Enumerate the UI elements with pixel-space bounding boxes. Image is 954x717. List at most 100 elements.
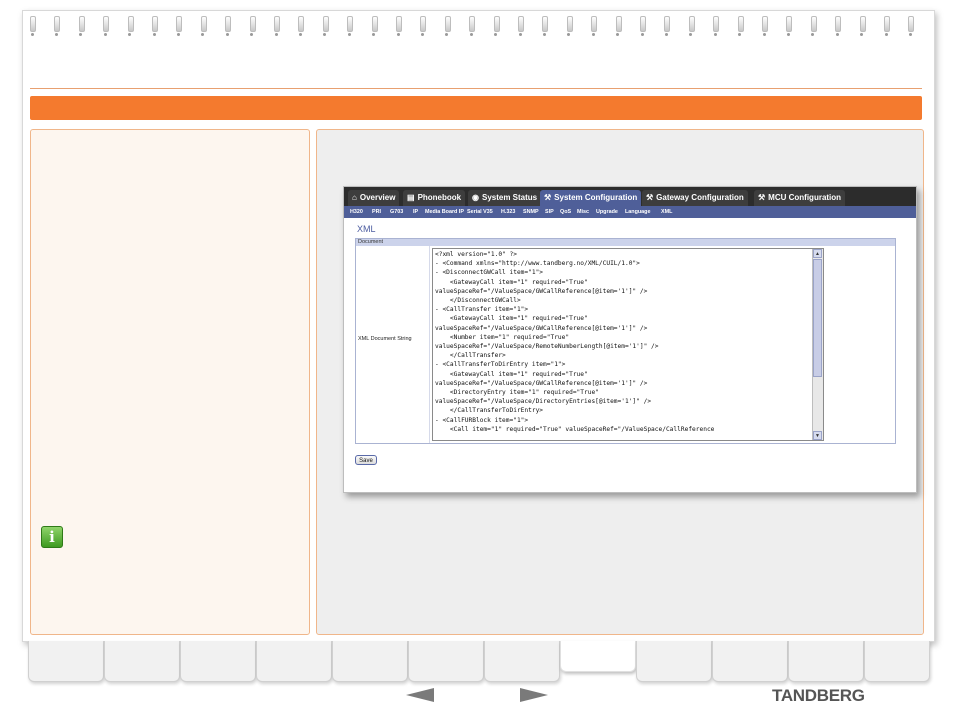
wrench-icon: ⚒ — [544, 193, 552, 202]
binder-ring — [225, 16, 232, 32]
xml-line: <GatewayCall item="1" required="True" — [435, 278, 588, 286]
binder-hole — [494, 33, 498, 36]
xml-line: - <CallFURBlock item="1"> — [435, 416, 529, 424]
scrollbar-thumb[interactable] — [813, 259, 822, 377]
binder-hole — [811, 33, 815, 36]
subnav-item-snmp[interactable]: SNMP — [523, 206, 539, 218]
subnav-item-upgrade[interactable]: Upgrade — [596, 206, 618, 218]
binder-hole — [884, 33, 888, 36]
wrench-icon: ⚒ — [646, 193, 654, 202]
header-rule — [30, 88, 922, 89]
chapter-tab[interactable] — [332, 641, 408, 682]
tab-label: Overview — [359, 193, 396, 202]
chapter-tab[interactable] — [636, 641, 712, 682]
tab-label: MCU Configuration — [768, 193, 842, 202]
binder-ring — [810, 16, 817, 32]
xml-line: </DisconnectGWCall> — [435, 297, 521, 305]
column-divider — [429, 246, 430, 443]
binder-ring — [444, 16, 451, 32]
binder-hole — [762, 33, 766, 36]
tab-label: Gateway Configuration — [656, 193, 744, 202]
chapter-tab-active[interactable] — [560, 641, 636, 672]
tab-system-configuration[interactable]: ⚒ System Configuration — [540, 190, 642, 206]
binder-hole — [616, 33, 620, 36]
binder-ring — [664, 16, 671, 32]
chapter-tab[interactable] — [28, 641, 104, 682]
chapter-tab[interactable] — [256, 641, 332, 682]
scroll-up-icon[interactable]: ▲ — [813, 249, 822, 258]
tab-gateway-configuration[interactable]: ⚒ Gateway Configuration — [642, 190, 748, 206]
binder-ring — [152, 16, 158, 32]
xml-line: valueSpaceRef="/ValueSpace/GWCallReferen… — [435, 379, 648, 387]
chapter-tab[interactable] — [180, 641, 256, 682]
binder-ring — [103, 16, 110, 32]
subnav-item-xml[interactable]: XML — [661, 206, 672, 218]
subnav-item-g703[interactable]: G703 — [390, 206, 403, 218]
previous-arrow-icon[interactable] — [406, 688, 434, 702]
tab-label: System Status — [481, 193, 538, 202]
save-button[interactable]: Save — [355, 455, 377, 465]
chapter-tab[interactable] — [864, 641, 930, 682]
binder-hole — [664, 33, 668, 36]
section-title-bar — [30, 96, 922, 120]
binder-hole — [396, 33, 400, 36]
subnav-item-serial-v35[interactable]: Serial V35 — [467, 206, 493, 218]
chapter-tab[interactable] — [484, 641, 560, 682]
table-header: Document — [356, 239, 895, 246]
subnav-item-misc[interactable]: Misc — [577, 206, 589, 218]
chapter-tab[interactable] — [104, 641, 180, 682]
binder-hole — [640, 33, 644, 36]
tab-overview[interactable]: ⌂ Overview — [348, 190, 400, 206]
binder-ring — [859, 16, 866, 32]
binder-ring — [176, 16, 183, 32]
chapter-tabs — [22, 641, 933, 685]
binder-ring — [54, 16, 61, 32]
binder-hole — [274, 33, 278, 36]
binder-hole — [835, 33, 839, 36]
subnav-item-h320[interactable]: H320 — [350, 206, 363, 218]
status-icon: ◉ — [472, 193, 479, 202]
chapter-tab[interactable] — [408, 641, 484, 682]
binder-ring — [30, 16, 36, 32]
chapter-tab[interactable] — [712, 641, 788, 682]
subnav-item-h323[interactable]: H.323 — [501, 206, 515, 218]
binder-ring — [518, 16, 524, 32]
tab-phonebook[interactable]: ▤ Phonebook — [403, 190, 466, 206]
binder-hole — [786, 33, 790, 36]
binder-hole — [518, 33, 522, 36]
binder-hole — [152, 33, 156, 36]
subnav-item-pri[interactable]: PRI — [372, 206, 381, 218]
xml-line: valueSpaceRef="/ValueSpace/DirectoryEntr… — [435, 398, 652, 406]
binder-ring — [713, 16, 720, 32]
table-header-label: Document — [358, 239, 384, 245]
xml-line: - <DisconnectGWCall item="1"> — [435, 269, 544, 277]
binder-hole — [372, 33, 376, 36]
tab-mcu-configuration[interactable]: ⚒ MCU Configuration — [754, 190, 846, 206]
binder-hole — [908, 33, 912, 36]
binder-ring — [78, 16, 85, 32]
binder-hole — [347, 33, 351, 36]
xml-line: <GatewayCall item="1" required="True" — [435, 315, 588, 323]
chapter-tab[interactable] — [788, 641, 864, 682]
binder-ring — [298, 16, 305, 32]
main-tab-bar: ⌂ Overview ▤ Phonebook ◉ System Status ⚒ Sys… — [344, 187, 916, 206]
binder-hole — [201, 33, 205, 36]
binder-hole — [713, 33, 717, 36]
binder-hole — [250, 33, 254, 36]
binder-ring — [420, 16, 427, 32]
scroll-down-icon[interactable]: ▼ — [813, 431, 822, 440]
next-arrow-icon[interactable] — [520, 688, 548, 702]
subnav-item-language[interactable]: Language — [625, 206, 650, 218]
binder-hole — [738, 33, 742, 36]
tab-system-status[interactable]: ◉ System Status — [468, 190, 542, 206]
web-ui-screenshot: ⌂ Overview ▤ Phonebook ◉ System Status ⚒ Sys… — [343, 186, 917, 493]
subnav-item-ip[interactable]: IP — [413, 206, 418, 218]
binder-ring — [542, 16, 549, 32]
subnav-item-media-board-ip[interactable]: Media Board IP — [425, 206, 464, 218]
xml-document-textarea[interactable]: <?xml version="1.0" ?> - <Command xmlns="… — [432, 248, 824, 441]
xml-line: <?xml version="1.0" ?> — [435, 251, 517, 258]
scrollbar[interactable]: ▲ ▼ — [812, 249, 823, 440]
subnav-item-qos[interactable]: QoS — [560, 206, 571, 218]
subnav-item-sip[interactable]: SIP — [545, 206, 554, 218]
binder-hole — [689, 33, 693, 36]
